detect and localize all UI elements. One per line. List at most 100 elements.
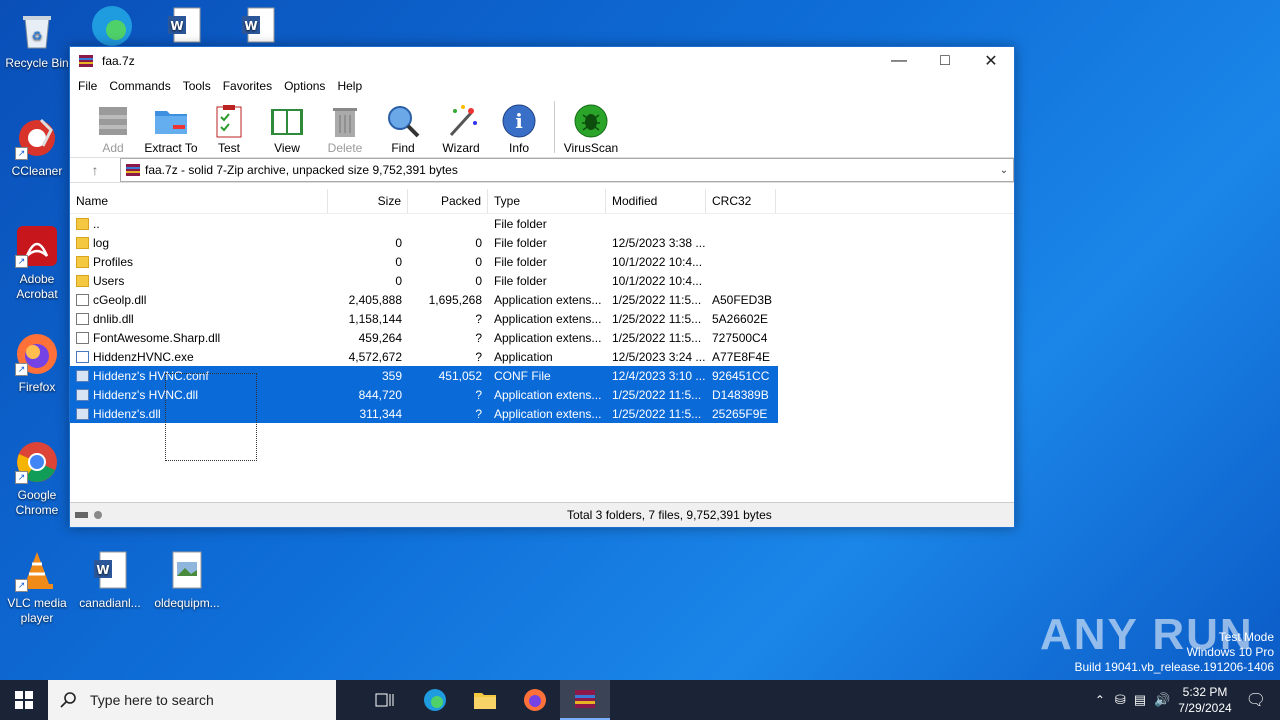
- column-header-modified[interactable]: Modified: [606, 189, 706, 213]
- taskbar-winrar[interactable]: [560, 680, 610, 720]
- up-arrow-icon[interactable]: ↑: [70, 162, 120, 178]
- volume-icon[interactable]: 🔊: [1154, 692, 1170, 708]
- file-name: HiddenzHVNC.exe: [93, 349, 194, 364]
- title-bar[interactable]: faa.7z — □ ✕: [70, 47, 1014, 75]
- desktop-icon-label: VLC media player: [7, 596, 67, 625]
- file-row[interactable]: Users 0 0 File folder 10/1/2022 10:4...: [70, 271, 1014, 290]
- column-header-size[interactable]: Size: [328, 189, 408, 213]
- add-label: Add: [102, 141, 124, 155]
- search-icon: [60, 692, 76, 708]
- menu-bar: File Commands Tools Favorites Options He…: [70, 75, 1014, 97]
- view-book-icon: [269, 103, 305, 139]
- maximize-button[interactable]: □: [922, 47, 968, 75]
- info-button[interactable]: i Info: [490, 97, 548, 155]
- chevron-down-icon[interactable]: ⌄: [995, 165, 1013, 176]
- file-row[interactable]: Profiles 0 0 File folder 10/1/2022 10:4...: [70, 252, 1014, 271]
- taskbar-firefox[interactable]: [510, 680, 560, 720]
- winrar-archive-icon: [126, 164, 140, 176]
- column-header-crc32[interactable]: CRC32: [706, 189, 776, 213]
- file-crc: D148389B: [712, 387, 769, 402]
- menu-help[interactable]: Help: [331, 79, 368, 93]
- test-clipboard-icon: [211, 103, 247, 139]
- desktop-icon-oldequipm[interactable]: oldequipm...: [151, 548, 223, 611]
- task-view-button[interactable]: [360, 680, 410, 720]
- taskbar-file-explorer[interactable]: [460, 680, 510, 720]
- minimize-button[interactable]: —: [876, 47, 922, 75]
- delete-button[interactable]: Delete: [316, 97, 374, 155]
- test-label: Test: [217, 141, 240, 155]
- file-row[interactable]: cGeolp.dll 2,405,888 1,695,268 Application …: [70, 290, 1014, 309]
- close-button[interactable]: ✕: [968, 47, 1014, 75]
- file-modified: 1/25/2022 11:5...: [612, 387, 702, 402]
- file-crc: 25265F9E: [712, 406, 768, 421]
- extract-to-button[interactable]: Extract To: [142, 97, 200, 155]
- desktop-icon-edge[interactable]: [76, 4, 148, 52]
- file-modified: 10/1/2022 10:4...: [612, 273, 703, 288]
- chevron-up-icon[interactable]: ⌃: [1095, 693, 1105, 707]
- column-header-packed[interactable]: Packed: [408, 189, 488, 213]
- folder-icon: [474, 693, 496, 709]
- desktop-icon-adobe-acrobat[interactable]: ↗ Adobe Acrobat: [1, 224, 73, 302]
- status-text: Total 3 folders, 7 files, 9,752,391 byte…: [567, 508, 772, 522]
- desktop-icon-ccleaner[interactable]: ↗ CCleaner: [1, 116, 73, 179]
- file-modified: 1/25/2022 11:5...: [612, 406, 702, 421]
- file-row[interactable]: .. File folder: [70, 214, 1014, 233]
- trash-icon: [327, 103, 363, 139]
- desktop-icon-recycle-bin[interactable]: ♻ Recycle Bin: [1, 8, 73, 71]
- folder-icon: [76, 236, 89, 249]
- file-row[interactable]: HiddenzHVNC.exe 4,572,672? Application 12/5…: [70, 347, 1014, 366]
- menu-file[interactable]: File: [72, 79, 103, 93]
- menu-favorites[interactable]: Favorites: [217, 79, 278, 93]
- window-title: faa.7z: [102, 54, 135, 68]
- file-modified: 12/4/2023 3:10 ...: [612, 368, 706, 383]
- people-icon[interactable]: ⛁: [1115, 692, 1126, 708]
- file-name: Users: [93, 273, 125, 288]
- file-size: 1,158,144: [348, 311, 402, 326]
- add-icon: [95, 103, 131, 139]
- taskbar-edge[interactable]: [410, 680, 460, 720]
- network-icon[interactable]: ▤: [1134, 692, 1146, 708]
- edge-icon: [424, 689, 446, 711]
- file-size: 311,344: [359, 406, 403, 421]
- desktop-icon-firefox[interactable]: ↗ Firefox: [1, 332, 73, 395]
- folder-icon: [76, 274, 89, 287]
- desktop-icon-canadianl[interactable]: W canadianl...: [74, 548, 146, 611]
- clock[interactable]: 5:32 PM 7/29/2024: [1178, 684, 1231, 716]
- wizard-button[interactable]: Wizard: [432, 97, 490, 155]
- desktop-icon-google-chrome[interactable]: ↗ Google Chrome: [1, 440, 73, 518]
- file-type: File folder: [494, 273, 547, 288]
- info-label: Info: [508, 141, 529, 155]
- virusscan-button[interactable]: VirusScan: [561, 97, 621, 155]
- file-packed: 1,695,268: [428, 292, 482, 307]
- file-modified: 12/5/2023 3:24 ...: [612, 349, 706, 364]
- watermark-line: Windows 10 Pro: [1186, 645, 1274, 659]
- file-row[interactable]: log 0 0 File folder 12/5/2023 3:38 ...: [70, 233, 1014, 252]
- vlc-cone-icon: ↗: [15, 548, 59, 592]
- file-modified: 1/25/2022 11:5...: [612, 292, 702, 307]
- file-row[interactable]: FontAwesome.Sharp.dll 459,264? Application…: [70, 328, 1014, 347]
- menu-commands[interactable]: Commands: [103, 79, 176, 93]
- menu-options[interactable]: Options: [278, 79, 331, 93]
- menu-tools[interactable]: Tools: [177, 79, 217, 93]
- dll-file-icon: [76, 407, 89, 420]
- desktop-icon-word-1[interactable]: W: [148, 4, 220, 52]
- system-tray: ⌃ ⛁ ▤ 🔊 5:32 PM 7/29/2024 🗨: [1095, 680, 1280, 720]
- add-button[interactable]: Add: [84, 97, 142, 155]
- column-header-name[interactable]: Name: [70, 189, 328, 213]
- start-button[interactable]: [0, 680, 48, 720]
- view-button[interactable]: View: [258, 97, 316, 155]
- find-button[interactable]: Find: [374, 97, 432, 155]
- desktop-icon-vlc[interactable]: ↗ VLC media player: [1, 548, 73, 626]
- task-view-icon: [375, 693, 394, 707]
- svg-text:♻: ♻: [32, 29, 43, 43]
- file-name: cGeolp.dll: [93, 292, 147, 307]
- test-button[interactable]: Test: [200, 97, 258, 155]
- desktop-icon-word-2[interactable]: W: [222, 4, 294, 52]
- archive-path-field[interactable]: faa.7z - solid 7-Zip archive, unpacked s…: [120, 158, 1014, 182]
- svg-text:i: i: [515, 109, 523, 133]
- file-crc: A77E8F4E: [712, 349, 771, 364]
- file-row[interactable]: dnlib.dll 1,158,144? Application extens...…: [70, 309, 1014, 328]
- notification-icon[interactable]: 🗨: [1246, 690, 1266, 710]
- taskbar-search-box[interactable]: Type here to search: [48, 680, 336, 720]
- column-header-type[interactable]: Type: [488, 189, 606, 213]
